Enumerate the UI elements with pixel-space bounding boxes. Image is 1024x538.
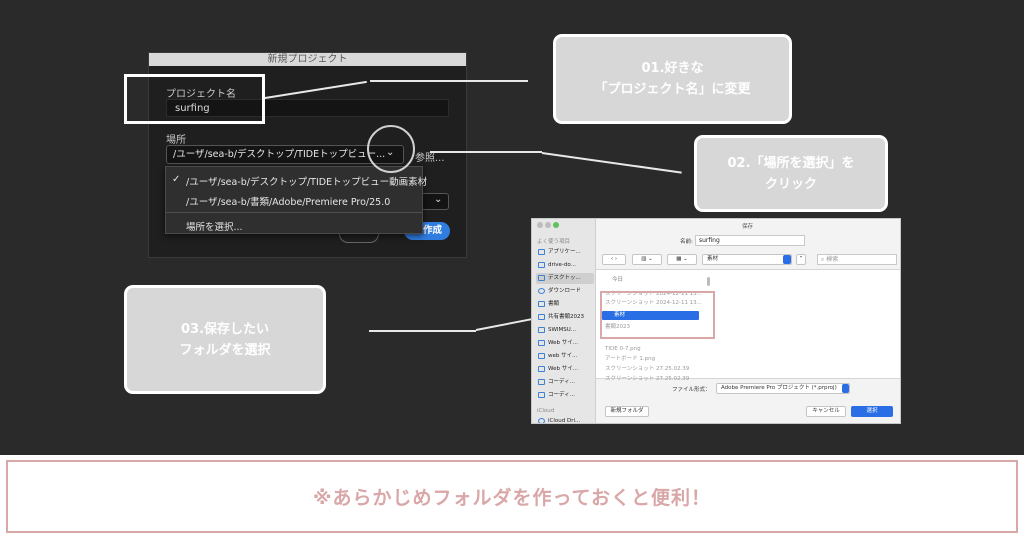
folder-selector-label: 素材 — [707, 256, 719, 262]
connector-line — [541, 152, 682, 174]
callout-step2-line2: クリック — [764, 176, 817, 192]
search-input[interactable]: ⌕ 検索 — [817, 254, 897, 265]
menu-divider — [166, 212, 422, 213]
location-label: 場所 — [166, 135, 186, 146]
callout-step2: 02.「場所を選択」を クリック — [694, 135, 888, 212]
list-item[interactable]: アートボード 1.png — [605, 355, 655, 364]
sidebar-item[interactable]: drive-do... — [536, 260, 594, 271]
select-button[interactable]: 選択 — [851, 406, 893, 417]
sidebar-item[interactable]: 共有書類2023 — [536, 312, 594, 323]
save-dialog-title: 保存 — [742, 224, 754, 230]
zoom-dot-icon[interactable] — [553, 222, 559, 228]
sidebar-item[interactable]: アプリケー... — [536, 247, 594, 258]
folder-highlight — [600, 291, 715, 339]
callout-step1: 01.好きな 「プロジェクト名」に変更 — [553, 34, 792, 124]
connector-line — [369, 330, 476, 332]
view-mode-button[interactable]: ▥ ⌄ — [632, 254, 662, 265]
sidebar-item[interactable]: SWIMSU... — [536, 325, 594, 336]
list-heading: 今日 — [612, 277, 624, 283]
list-item[interactable]: スクリーンショット 27.25.02.39 — [605, 365, 689, 374]
expand-button[interactable]: ⌃ — [796, 254, 806, 265]
menu-item-choose-location[interactable]: 場所を選択... — [186, 219, 243, 233]
folder-selector-chevron-icon[interactable] — [783, 255, 791, 264]
file-format-chevron-icon[interactable] — [842, 384, 849, 393]
callout-step3: 03.保存したい フォルダを選択 — [124, 285, 326, 394]
finder-sidebar: よく使う項目 アプリケー... drive-do... デスクトッ... ダウン… — [532, 219, 596, 423]
location-menu: ✓ /ユーザ/sea-b/デスクトップ/TIDEトップビュー動画素材 /ユーザ/… — [165, 166, 427, 234]
close-dot-icon[interactable] — [537, 222, 543, 228]
save-dialog: よく使う項目 アプリケー... drive-do... デスクトッ... ダウン… — [531, 218, 901, 424]
sidebar-item[interactable]: 書類 — [536, 299, 594, 310]
location-value: /ユーザ/sea-b/デスクトップ/TIDEトップビュー... — [173, 149, 386, 160]
connector-line — [475, 317, 534, 331]
save-name-input[interactable]: surfing — [695, 235, 805, 246]
back-forward-buttons[interactable]: ‹ › — [602, 254, 626, 265]
name-label: 名前: — [680, 239, 693, 245]
tip-text: ※あらかじめフォルダを作っておくと便利！ — [6, 460, 1018, 533]
sidebar-item[interactable]: Web サイ... — [536, 338, 594, 349]
sidebar-item[interactable]: コーディ... — [536, 390, 594, 401]
sidebar-item[interactable]: コーディ... — [536, 377, 594, 388]
callout-step3-line1: 03.保存したい — [180, 321, 270, 337]
menu-item-documents-path[interactable]: /ユーザ/sea-b/書類/Adobe/Premiere Pro/25.0 — [186, 194, 390, 208]
minimize-dot-icon[interactable] — [545, 222, 551, 228]
file-format-value: Adobe Premiere Pro プロジェクト (*.prproj) — [721, 385, 837, 391]
sidebar-item[interactable]: web サイ... — [536, 351, 594, 362]
folder-selector[interactable]: 素材 — [702, 254, 792, 265]
list-item[interactable]: スクリーンショット 27.25.02.39 — [605, 375, 689, 384]
sidebar-item[interactable]: ダウンロード — [536, 286, 594, 297]
callout-step1-line1: 01.好きな — [641, 61, 704, 76]
project-name-highlight — [124, 74, 265, 124]
dropdown-highlight-circle — [367, 125, 415, 173]
callout-step2-line1: 02.「場所を選択」を — [727, 155, 855, 171]
sidebar-item-icloud[interactable]: iCloud Dri... — [536, 416, 594, 423]
sidebar-item-desktop[interactable]: デスクトッ... — [536, 273, 594, 284]
connector-line — [370, 80, 528, 82]
connector-line — [430, 151, 542, 153]
icloud-heading: iCloud — [537, 408, 555, 414]
callout-step3-line2: フォルダを選択 — [179, 342, 271, 358]
tip-banner: ※あらかじめフォルダを作っておくと便利！ — [0, 455, 1024, 538]
search-placeholder: 検索 — [826, 256, 839, 263]
file-format-dropdown[interactable]: Adobe Premiere Pro プロジェクト (*.prproj) — [716, 383, 850, 394]
list-item[interactable]: TIDE 0-7.png — [605, 345, 641, 354]
cancel-button[interactable]: キャンセル — [806, 406, 846, 417]
dialog-title: 新規プロジェクト — [149, 53, 466, 66]
group-view-button[interactable]: ▦ ⌄ — [667, 254, 697, 265]
callout-step1-line2: 「プロジェクト名」に変更 — [594, 82, 751, 97]
sidebar-heading: よく使う項目 — [537, 239, 571, 245]
new-folder-button[interactable]: 新規フォルダ — [605, 406, 649, 417]
checkmark-icon: ✓ — [172, 174, 181, 185]
column-scrollbar[interactable] — [707, 277, 710, 286]
menu-item-desktop-path[interactable]: /ユーザ/sea-b/デスクトップ/TIDEトップビュー動画素材 — [186, 174, 427, 188]
file-format-label: ファイル形式： — [672, 387, 711, 393]
sidebar-item[interactable]: Web サイ... — [536, 364, 594, 375]
chevron-down-icon[interactable]: ⌄ — [434, 194, 442, 205]
